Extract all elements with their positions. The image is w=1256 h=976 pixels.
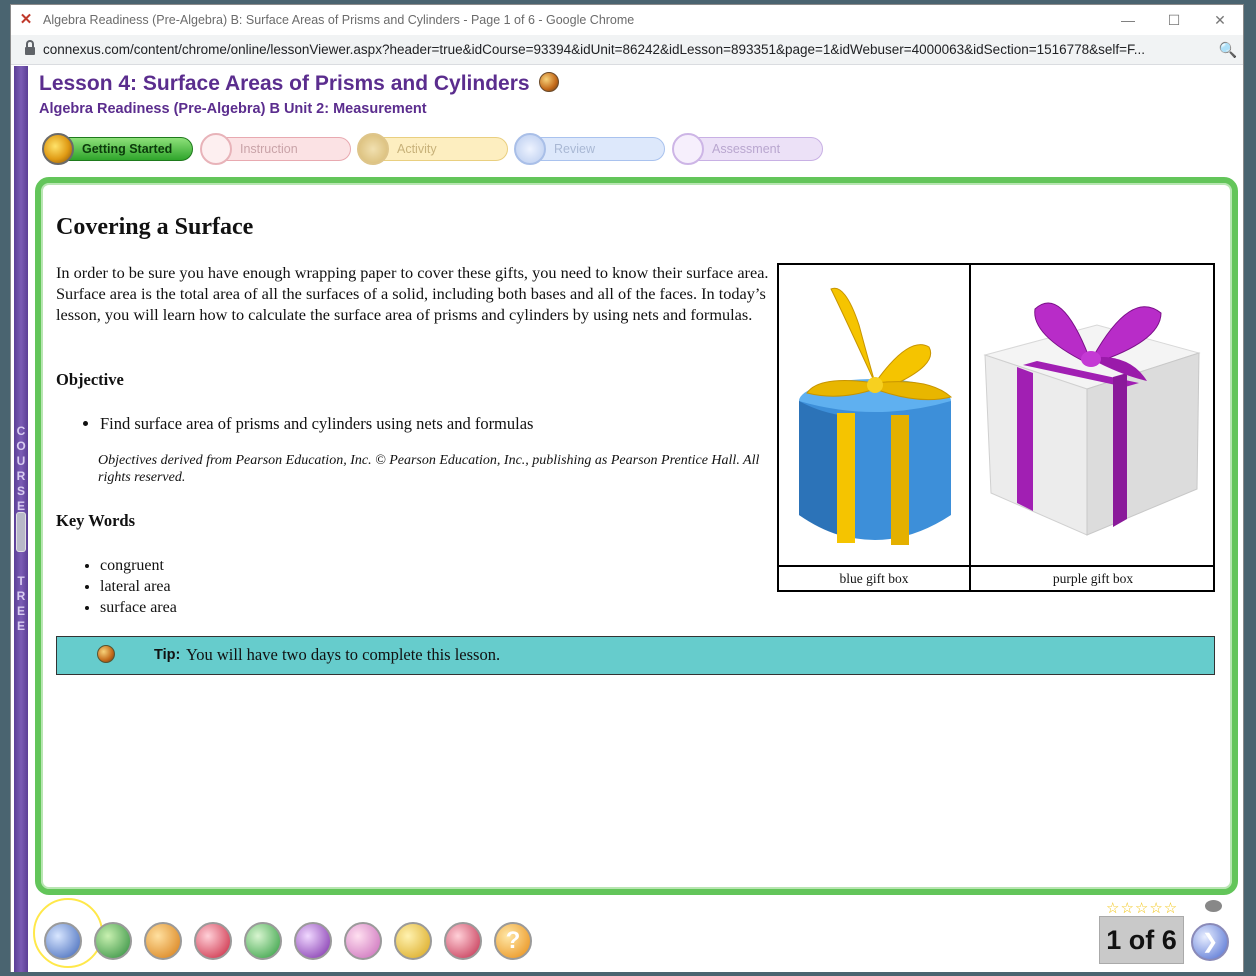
tab-label: Review	[554, 142, 595, 156]
tab-label: Activity	[397, 142, 437, 156]
page-counter: 1 of 6	[1099, 916, 1184, 964]
gift-image-table: blue gift box purple gift box	[777, 263, 1215, 592]
books-icon	[357, 133, 389, 165]
title-bar: ✕ Algebra Readiness (Pre-Algebra) B: Sur…	[11, 5, 1243, 35]
course-tree-letter: S	[16, 484, 25, 498]
lesson-subtitle: Algebra Readiness (Pre-Algebra) B Unit 2…	[39, 101, 427, 117]
tip-text: You will have two days to complete this …	[186, 645, 501, 664]
tab-review[interactable]: Review	[514, 133, 665, 165]
purple-gift-box-image	[971, 265, 1215, 567]
course-tree-letter	[14, 559, 28, 574]
tab-label: Assessment	[712, 142, 781, 156]
minimize-button[interactable]: —	[1105, 5, 1151, 35]
intro-paragraph: In order to be sure you have enough wrap…	[56, 263, 769, 324]
blue-gift-box-image	[779, 265, 971, 567]
maximize-button[interactable]: ☐	[1151, 5, 1197, 35]
document-icon	[200, 133, 232, 165]
tip-label: Tip:	[154, 647, 181, 663]
tab-label: Instruction	[240, 142, 298, 156]
keyword-item: surface area	[100, 597, 177, 618]
tab-activity[interactable]: Activity	[357, 133, 508, 165]
address-bar[interactable]: connexus.com/content/chrome/online/lesso…	[11, 35, 1243, 65]
course-tree-letter: E	[16, 604, 25, 618]
globe-icon	[539, 72, 560, 92]
app-icon: ✕	[19, 11, 33, 28]
comment-icon[interactable]	[1205, 900, 1222, 912]
refresh-icon	[514, 133, 546, 165]
tools-icon[interactable]	[444, 922, 482, 960]
objective-item: Find surface area of prisms and cylinder…	[100, 414, 533, 434]
traffic-light-icon	[42, 133, 74, 165]
book-icon[interactable]	[94, 922, 132, 960]
close-button[interactable]: ✕	[1197, 5, 1243, 35]
screen-icon[interactable]	[344, 922, 382, 960]
objective-list: Find surface area of prisms and cylinder…	[56, 414, 533, 434]
section-heading: Covering a Surface	[56, 214, 254, 240]
checklist-icon	[672, 133, 704, 165]
browser-window: ✕ Algebra Readiness (Pre-Algebra) B: Sur…	[10, 4, 1244, 972]
course-tree-letter: U	[16, 454, 26, 468]
zoom-icon[interactable]: 🔍	[1213, 41, 1243, 59]
pushpin-icon[interactable]	[194, 922, 232, 960]
lesson-title: Lesson 4: Surface Areas of Prisms and Cy…	[39, 72, 560, 96]
target-icon[interactable]	[294, 922, 332, 960]
help-icon[interactable]: ?	[494, 922, 532, 960]
lock-icon[interactable]	[25, 39, 35, 55]
url-text[interactable]: connexus.com/content/chrome/online/lesso…	[43, 42, 1213, 57]
lesson-page: COURSE TREE Lesson 4: Surface Areas of P…	[11, 66, 1243, 972]
keyword-item: congruent	[100, 555, 177, 576]
tab-label: Getting Started	[82, 142, 173, 156]
course-tree-letter: T	[17, 574, 25, 588]
course-tree-letter: E	[16, 619, 25, 633]
tip-bar: Tip: You will have two days to complete …	[56, 636, 1215, 675]
search-icon[interactable]	[44, 922, 82, 960]
next-page-button[interactable]: ❯	[1191, 923, 1229, 961]
grid-icon[interactable]	[244, 922, 282, 960]
gift-caption: purple gift box	[1052, 571, 1134, 586]
keywords-list: congruent lateral area surface area	[56, 555, 177, 618]
objective-heading: Objective	[56, 370, 124, 389]
course-tree-letter: C	[16, 424, 26, 438]
course-tree-panel[interactable]: COURSE TREE	[14, 66, 28, 972]
gift-caption: blue gift box	[779, 567, 971, 590]
window-title: Algebra Readiness (Pre-Algebra) B: Surfa…	[43, 13, 635, 27]
rating-stars[interactable]: ☆☆☆☆☆	[1106, 899, 1178, 917]
objective-note: Objectives derived from Pearson Educatio…	[98, 453, 760, 485]
box-icon[interactable]	[144, 922, 182, 960]
keyword-item: lateral area	[100, 576, 177, 597]
tab-assessment[interactable]: Assessment	[672, 133, 823, 165]
globe-icon	[97, 645, 115, 663]
course-tree-handle[interactable]	[16, 512, 26, 552]
course-tree-letter: R	[16, 589, 26, 603]
lesson-title-text: Lesson 4: Surface Areas of Prisms and Cy…	[39, 72, 530, 95]
tab-getting-started[interactable]: Getting Started	[42, 133, 193, 165]
keywords-heading: Key Words	[56, 511, 135, 530]
course-tree-letter: O	[16, 439, 26, 453]
print-icon[interactable]	[394, 922, 432, 960]
course-tree-letter: R	[16, 469, 26, 483]
tab-instruction[interactable]: Instruction	[200, 133, 351, 165]
